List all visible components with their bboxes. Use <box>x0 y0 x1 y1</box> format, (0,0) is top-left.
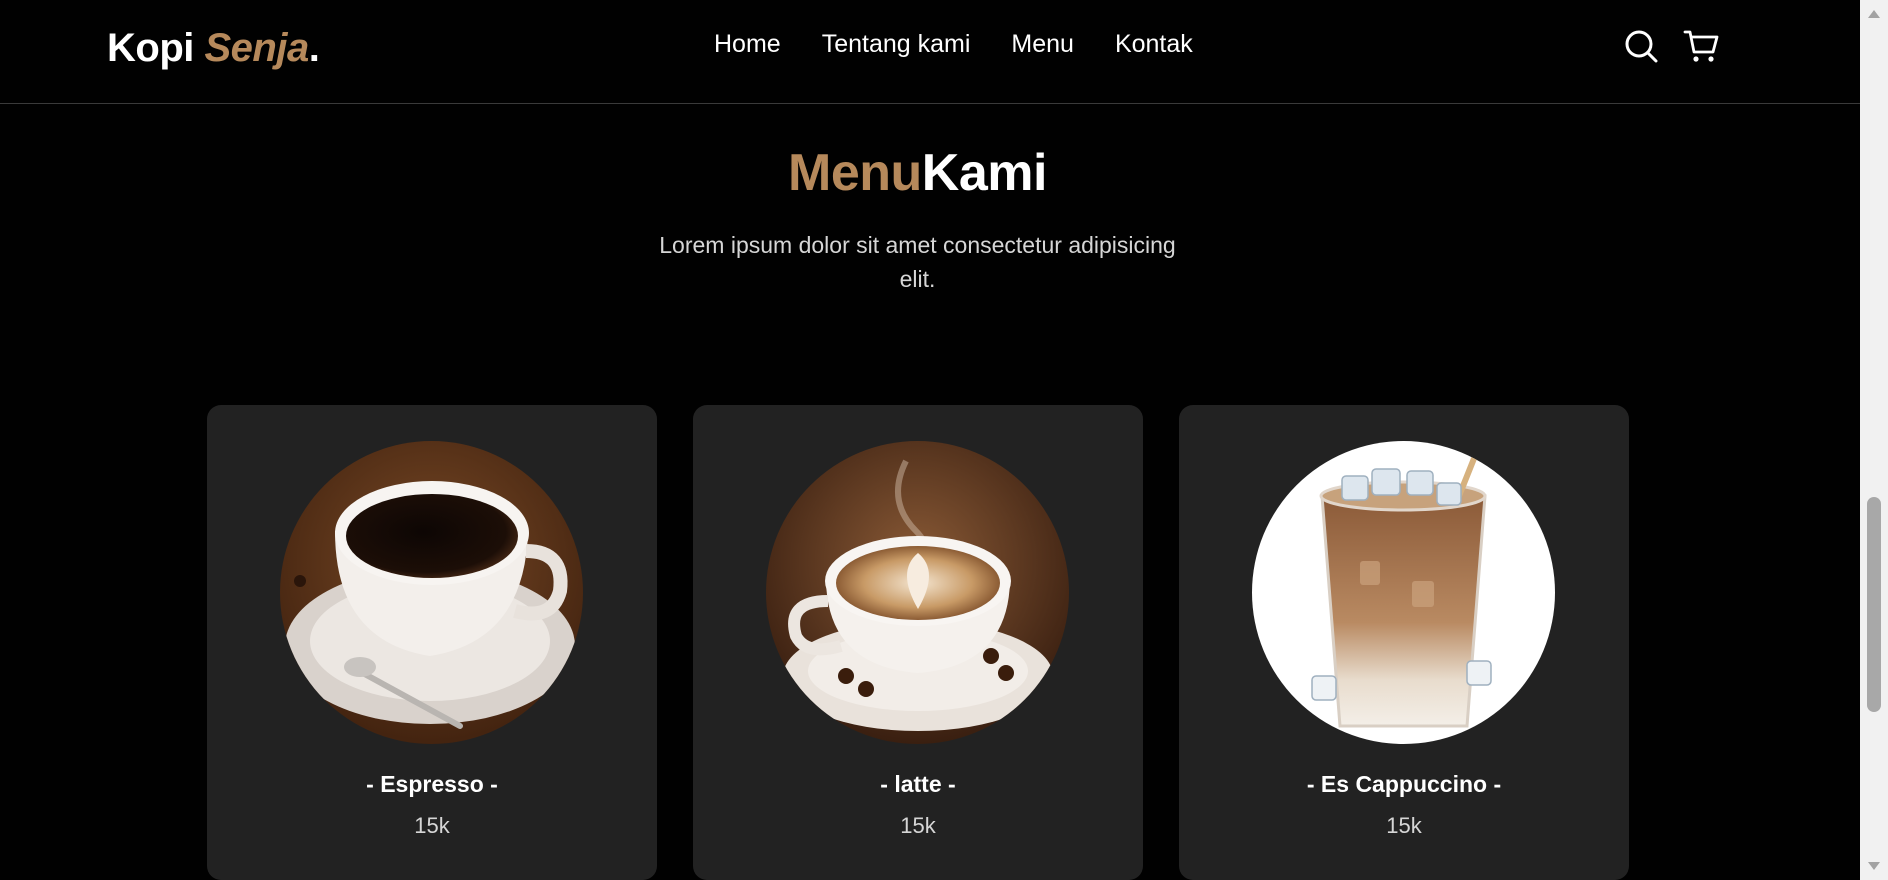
scrollbar-thumb[interactable] <box>1867 497 1881 712</box>
card-price: 15k <box>414 813 450 838</box>
menu-card-latte[interactable]: - latte - 15k <box>693 405 1143 880</box>
navbar: Kopi Senja. Home Tentang kami Menu Konta… <box>0 0 1860 104</box>
shopping-cart-icon[interactable] <box>1683 28 1719 64</box>
logo-dot: . <box>308 26 320 70</box>
logo-accent: Senja <box>204 26 309 70</box>
espresso-cup-image <box>280 441 583 744</box>
iced-cappuccino-image <box>1252 441 1555 744</box>
card-title: - Espresso - <box>366 771 498 797</box>
vertical-scrollbar[interactable] <box>1860 0 1888 880</box>
card-price: 15k <box>900 813 936 838</box>
section-title-accent: Menu <box>788 144 922 202</box>
section-title: MenuKami <box>0 143 1835 203</box>
nav-link-menu[interactable]: Menu <box>1011 30 1074 59</box>
nav-icons <box>1623 28 1719 64</box>
logo[interactable]: Kopi Senja. <box>107 26 320 71</box>
page: Kopi Senja. Home Tentang kami Menu Konta… <box>0 0 1860 880</box>
card-price: 15k <box>1386 813 1422 838</box>
section-title-main: Kami <box>921 144 1048 202</box>
nav-link-tentang-kami[interactable]: Tentang kami <box>822 30 971 59</box>
logo-main: Kopi <box>107 26 205 70</box>
menu-card-espresso[interactable]: - Espresso - 15k <box>207 405 657 880</box>
nav-link-kontak[interactable]: Kontak <box>1115 30 1193 59</box>
scroll-down-arrow-icon[interactable] <box>1868 862 1880 870</box>
search-icon[interactable] <box>1623 28 1659 64</box>
card-title: - latte - <box>880 771 956 797</box>
card-title: - Es Cappuccino - <box>1306 771 1502 797</box>
menu-card-es-cappuccino[interactable]: - Es Cappuccino - 15k <box>1179 405 1629 880</box>
nav-links: Home Tentang kami Menu Kontak <box>714 30 1234 59</box>
scroll-up-arrow-icon[interactable] <box>1868 10 1880 18</box>
latte-art-cup-image <box>766 441 1069 744</box>
nav-link-home[interactable]: Home <box>714 30 781 59</box>
section-description: Lorem ipsum dolor sit amet consectetur a… <box>659 232 1176 292</box>
